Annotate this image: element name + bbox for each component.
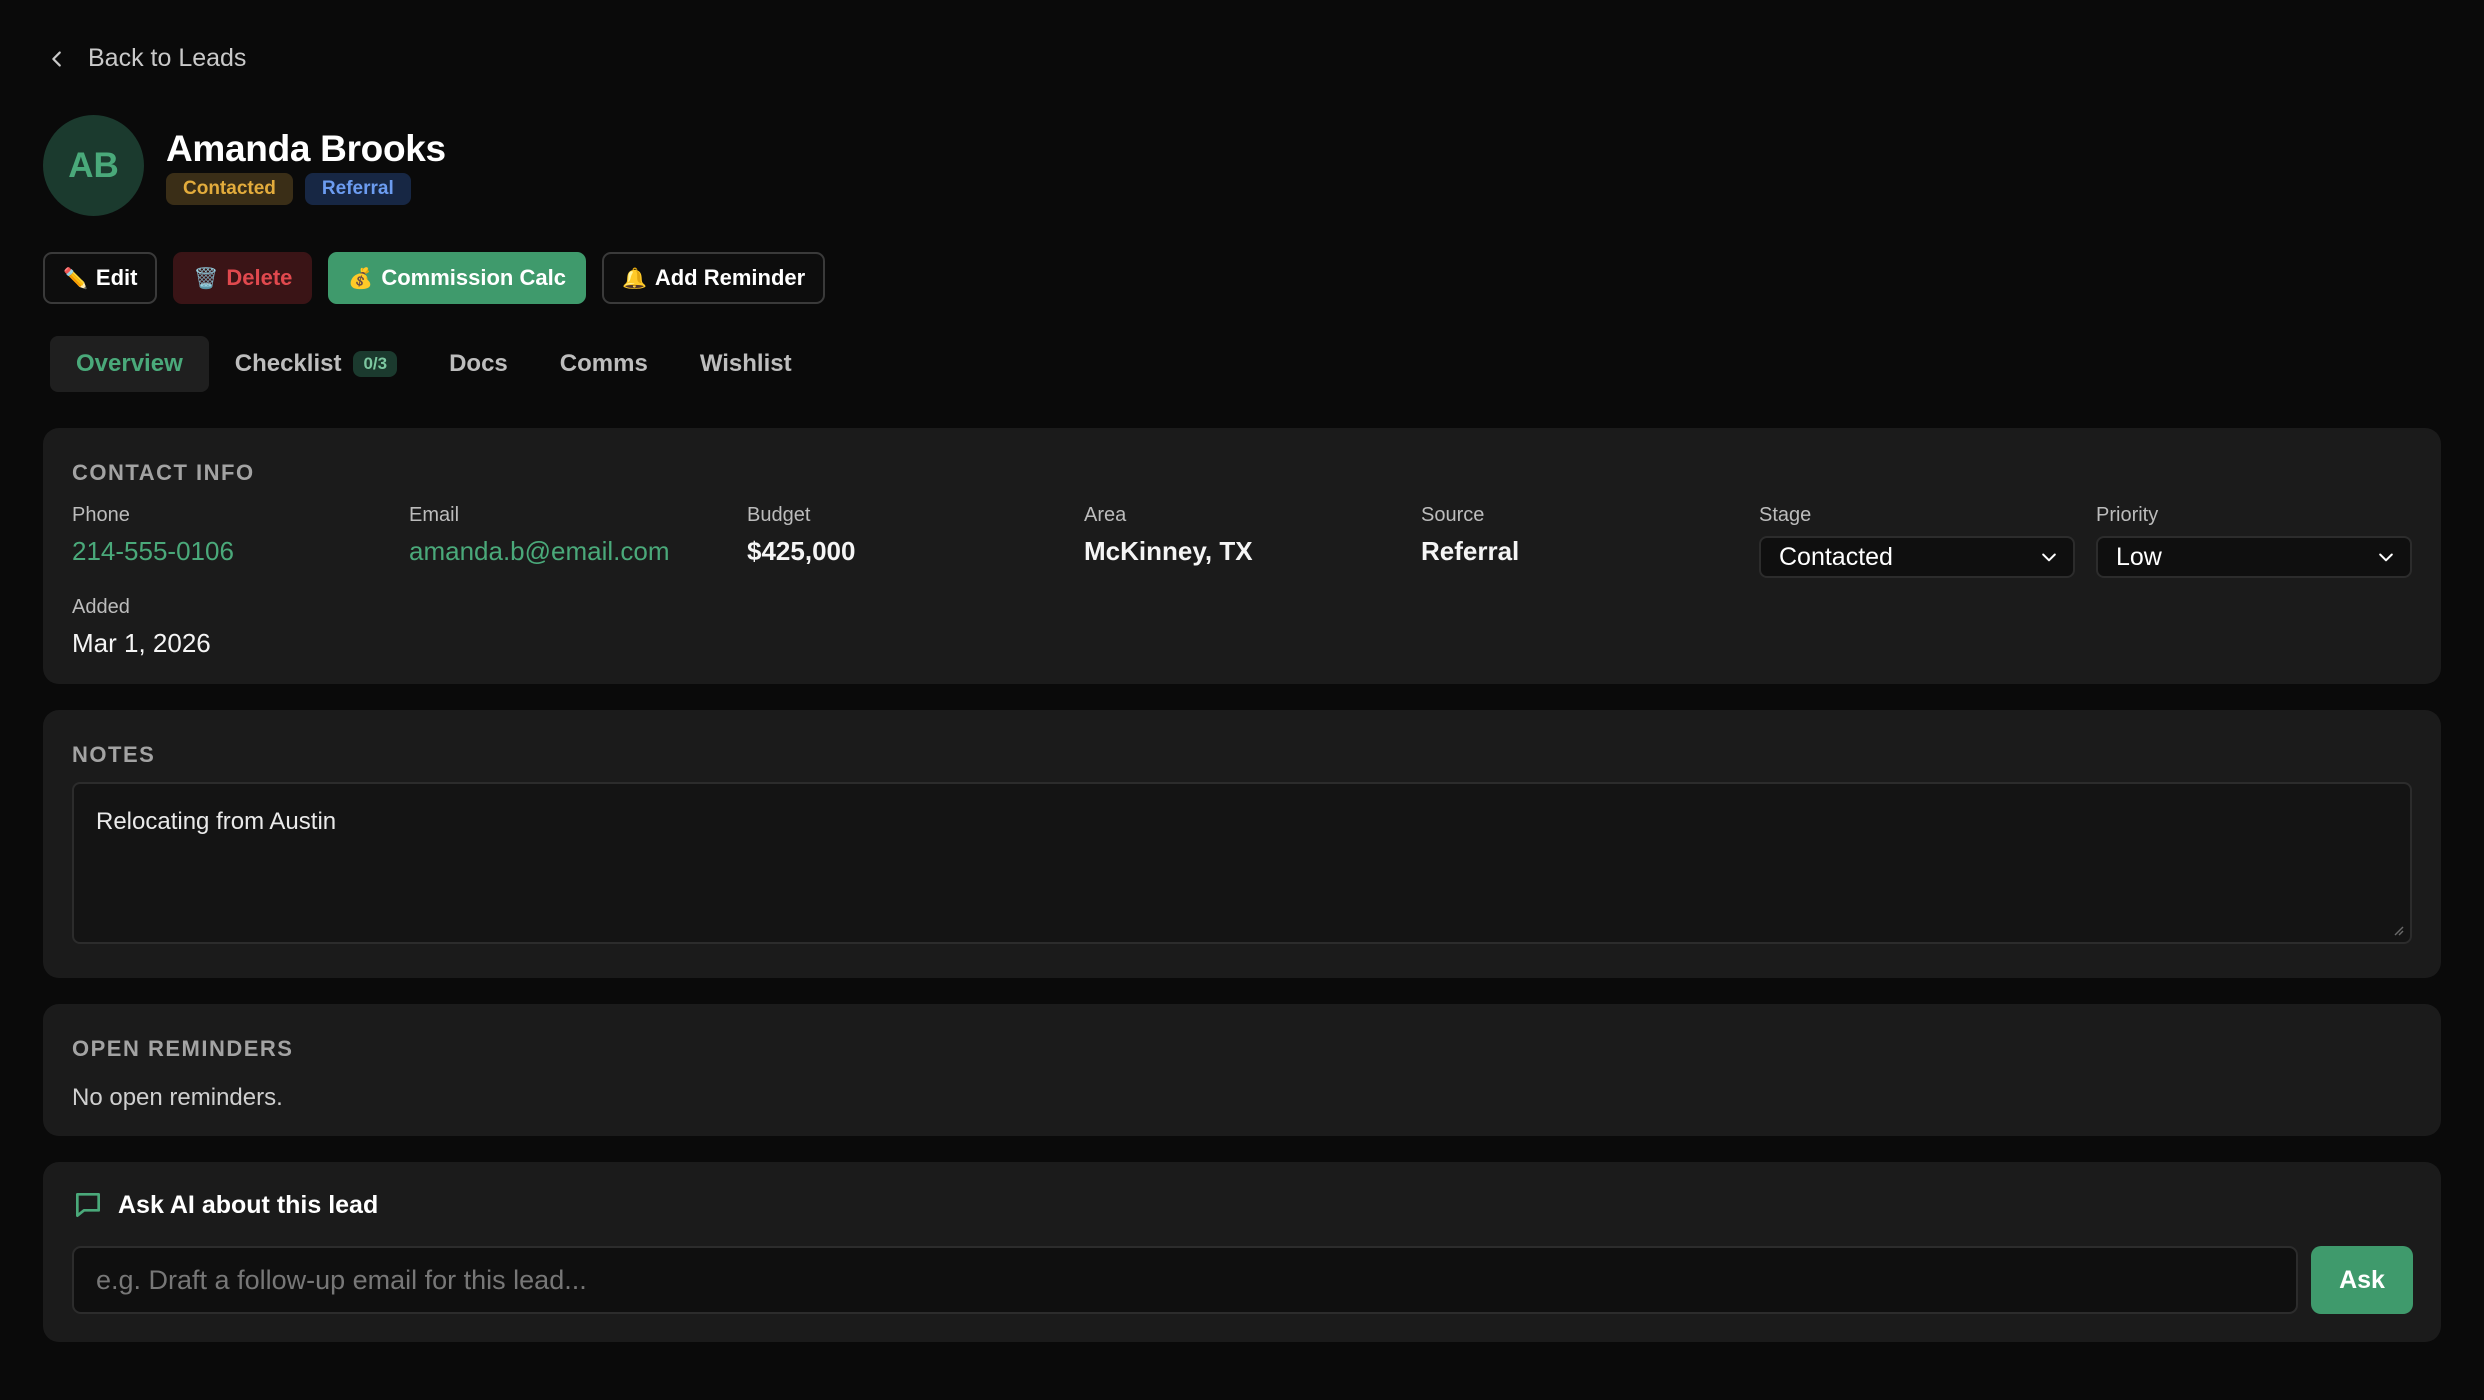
contact-info-card: CONTACT INFO Phone 214-555-0106 Email am… [43,428,2441,684]
resize-handle-icon[interactable] [2392,924,2404,936]
source-field: Source Referral [1421,504,1519,567]
added-value: Mar 1, 2026 [72,628,211,658]
add-reminder-button[interactable]: 🔔 Add Reminder [601,252,826,304]
bell-icon: 🔔 [621,267,647,290]
priority-select[interactable]: Low [2096,536,2412,578]
lead-detail-page: Back to Leads AB Amanda Brooks Contacted… [0,0,2484,1400]
tab-comms[interactable]: Comms [534,336,674,392]
tab-checklist[interactable]: Checklist 0/3 [209,336,423,392]
chat-bubble-icon [76,1193,100,1217]
tab-label: Checklist [234,350,342,377]
priority-select-value: Low [2116,542,2162,571]
action-toolbar: ✏️ Edit 🗑️ Delete 💰 Commission Calc 🔔 Ad… [43,252,826,304]
tab-bar: Overview Checklist 0/3 Docs Comms Wishli… [50,336,818,392]
no-reminders-text: No open reminders. [72,1084,283,1111]
notes-card: NOTES Relocating from Austin [43,710,2441,978]
edit-button[interactable]: ✏️ Edit [43,252,158,304]
ask-ai-title: Ask AI about this lead [118,1190,379,1219]
email-field: Email amanda.b@email.com [409,504,670,567]
chevron-down-icon [2379,553,2393,562]
money-bag-icon: 💰 [348,267,374,290]
tab-label: Comms [559,350,648,377]
budget-label: Budget [747,504,811,526]
area-label: Area [1084,504,1127,526]
open-reminders-title: OPEN REMINDERS [72,1036,294,1061]
tab-wishlist[interactable]: Wishlist [674,336,818,392]
stage-select[interactable]: Contacted [1759,536,2075,578]
ask-ai-input[interactable] [72,1246,2298,1314]
tab-label: Wishlist [699,350,792,377]
phone-field: Phone 214-555-0106 [72,504,234,567]
phone-link[interactable]: 214-555-0106 [72,536,234,567]
stage-field: Stage Contacted [1759,504,2075,578]
back-to-leads-link[interactable]: Back to Leads [46,44,246,73]
ask-ai-card: Ask AI about this lead Ask [43,1162,2441,1342]
added-label: Added [72,596,130,618]
tab-label: Docs [449,350,508,377]
stage-select-value: Contacted [1779,542,1893,571]
chevron-down-icon [2042,553,2056,562]
chevron-left-icon [52,50,61,67]
lead-badges: Contacted Referral [166,173,411,205]
pencil-icon: ✏️ [63,267,88,290]
stage-badge: Contacted [166,173,293,205]
source-label: Source [1421,504,1485,526]
email-link[interactable]: amanda.b@email.com [409,536,670,567]
phone-label: Phone [72,504,130,526]
notes-title: NOTES [72,742,156,767]
trash-icon: 🗑️ [193,267,219,290]
lead-name: Amanda Brooks [166,128,446,169]
budget-value: $425,000 [747,536,856,566]
area-value: McKinney, TX [1084,536,1253,566]
delete-button[interactable]: 🗑️ Delete [173,252,313,304]
ask-ai-header: Ask AI about this lead [72,1189,378,1221]
notes-text: Relocating from Austin [96,808,337,835]
tab-label: Overview [76,350,183,377]
notes-textarea[interactable]: Relocating from Austin [72,782,2412,944]
ask-button[interactable]: Ask [2311,1246,2413,1314]
priority-field: Priority Low [2096,504,2412,578]
tab-docs[interactable]: Docs [423,336,534,392]
stage-label: Stage [1759,504,1812,526]
source-badge: Referral [304,173,411,205]
commission-calc-button[interactable]: 💰 Commission Calc [328,252,586,304]
added-field: Added Mar 1, 2026 [72,596,211,659]
email-label: Email [409,504,460,526]
avatar: AB [43,115,144,216]
priority-label: Priority [2096,504,2159,526]
commission-calc-label: Commission Calc [381,265,566,290]
budget-field: Budget $425,000 [747,504,855,567]
source-value: Referral [1421,536,1520,566]
area-field: Area McKinney, TX [1084,504,1253,567]
delete-button-label: Delete [226,265,293,290]
add-reminder-label: Add Reminder [654,265,806,290]
tab-overview[interactable]: Overview [50,336,209,392]
back-link-label: Back to Leads [88,44,247,72]
checklist-count-badge: 0/3 [353,351,398,377]
contact-info-title: CONTACT INFO [72,460,255,485]
open-reminders-card: OPEN REMINDERS No open reminders. [43,1004,2441,1136]
edit-button-label: Edit [95,265,138,290]
